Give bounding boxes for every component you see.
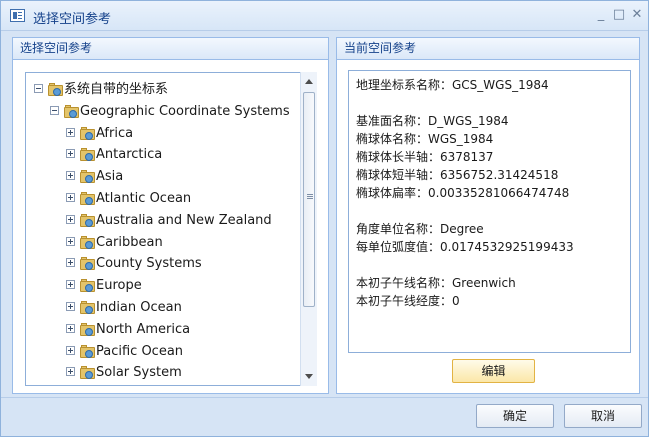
collapse-icon[interactable] (34, 84, 43, 93)
collapse-icon[interactable] (50, 105, 59, 115)
right-panel-header: 当前空间参考 (337, 38, 639, 60)
info-line: 椭球体长半轴：6378137 (356, 150, 494, 164)
cancel-button[interactable]: 取消 (564, 404, 642, 428)
tree-node-label: Caribbean (96, 234, 163, 250)
current-spatial-reference-panel: 当前空间参考 地理坐标系名称：GCS_WGS_1984 基准面名称：D_WGS_1… (336, 37, 640, 394)
tree-node-label: Europe (96, 278, 142, 294)
tree-scrollbar[interactable] (300, 72, 317, 386)
tree-node-label: Australia and New Zealand (96, 212, 272, 228)
info-line: 每单位弧度值：0.0174532925199433 (356, 240, 574, 254)
expand-icon[interactable] (66, 258, 75, 268)
window-icon (10, 9, 25, 22)
folder-globe-icon (80, 126, 95, 140)
tree-node-label: County Systems (96, 256, 202, 272)
footer-divider (1, 397, 648, 398)
expand-icon[interactable] (66, 236, 75, 246)
folder-globe-icon (80, 301, 95, 314)
expand-icon[interactable] (66, 367, 75, 377)
tree-node-label: Atlantic Ocean (96, 191, 192, 206)
tree-node-label: Solar System (96, 365, 182, 381)
minimize-button[interactable]: _ (593, 7, 609, 23)
tree-node-label: Indian Ocean (96, 300, 182, 315)
folder-globe-icon (64, 104, 79, 118)
tree-node-label: South America (96, 384, 192, 385)
tree-node-label: Asia (96, 169, 124, 185)
folder-globe-icon (80, 322, 95, 336)
select-spatial-reference-panel: 选择空间参考 系统自带的坐标系 Geographic Coordinate Sys… (12, 37, 329, 394)
tree-node-label: Antarctica (96, 147, 163, 163)
scroll-down-arrow-icon[interactable] (301, 368, 317, 384)
tree-node-label: North America (96, 321, 191, 337)
expand-icon[interactable] (66, 302, 75, 311)
expand-icon[interactable] (66, 149, 75, 159)
expand-icon[interactable] (66, 127, 75, 137)
tree-node-label: Africa (96, 125, 134, 141)
close-button[interactable]: ✕ (629, 7, 645, 23)
folder-globe-icon (80, 235, 95, 249)
info-line: 本初子午线经度：0 (356, 294, 460, 308)
expand-icon[interactable] (66, 214, 75, 224)
window-title: 选择空间参考 (33, 12, 112, 27)
info-line: 椭球体扁率：0.00335281066474748 (356, 186, 570, 200)
folder-globe-icon (80, 213, 95, 227)
folder-globe-icon (80, 148, 95, 162)
coordinate-system-tree[interactable]: 系统自带的坐标系 Geographic Coordinate Systems Afr… (25, 72, 317, 386)
folder-globe-icon (80, 192, 95, 205)
folder-globe-icon (80, 366, 95, 380)
tree-node-label: 系统自带的坐标系 (64, 82, 169, 97)
scroll-thumb[interactable] (303, 92, 315, 307)
grip-icon (307, 194, 313, 195)
left-panel-header: 选择空间参考 (13, 38, 328, 60)
folder-globe-icon (80, 170, 95, 184)
info-line: 椭球体名称：WGS_1984 (356, 132, 494, 146)
maximize-button[interactable]: □ (611, 7, 627, 23)
expand-icon[interactable] (66, 323, 75, 333)
info-line: 地理坐标系名称：GCS_WGS_1984 (356, 78, 549, 92)
edit-button[interactable]: 编辑 (452, 359, 535, 383)
expand-icon[interactable] (66, 193, 75, 202)
tree-node-label: Pacific Ocean (96, 343, 184, 359)
info-line: 角度单位名称：Degree (356, 222, 484, 236)
info-line: 椭球体短半轴：6356752.31424518 (356, 168, 559, 182)
tree-node-label: Geographic Coordinate Systems (80, 103, 290, 119)
folder-globe-icon (80, 257, 95, 271)
expand-icon[interactable] (66, 171, 75, 181)
title-bar[interactable]: 选择空间参考 _ □ ✕ (1, 1, 648, 31)
info-line: 本初子午线名称：Greenwich (356, 276, 516, 290)
expand-icon[interactable] (66, 280, 75, 290)
expand-icon[interactable] (66, 345, 75, 355)
spatial-reference-info: 地理坐标系名称：GCS_WGS_1984 基准面名称：D_WGS_1984 椭球体名… (348, 70, 631, 353)
ok-button[interactable]: 确定 (476, 404, 554, 428)
info-line: 基准面名称：D_WGS_1984 (356, 114, 509, 128)
dialog-window: 选择空间参考 _ □ ✕ 选择空间参考 系统自带的坐标系 Geographic C… (0, 0, 649, 437)
folder-globe-icon (80, 344, 95, 358)
scroll-up-arrow-icon[interactable] (301, 74, 317, 90)
folder-globe-icon (48, 83, 63, 96)
folder-globe-icon (80, 279, 95, 293)
